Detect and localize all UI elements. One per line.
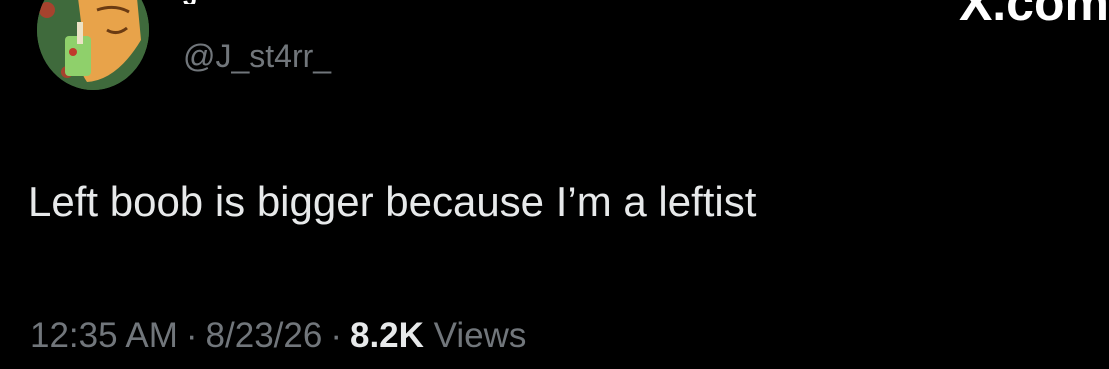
display-name[interactable]: J	[183, 0, 199, 4]
avatar[interactable]	[37, 0, 149, 90]
x-watermark: X.com	[958, 0, 1109, 28]
views-label: Views	[433, 316, 527, 355]
tweet-time[interactable]: 12:35 AM	[30, 316, 178, 355]
meta-separator: ·	[330, 316, 342, 355]
avatar-image	[37, 0, 149, 90]
meta-separator: ·	[185, 316, 198, 355]
tweet-text: Left boob is bigger because I’m a leftis…	[28, 178, 757, 225]
view-count: 8.2K	[349, 316, 424, 355]
tweet-date[interactable]: 8/23/26	[206, 316, 323, 355]
user-handle[interactable]: @J_st4rr_	[183, 36, 331, 76]
tweet-metadata: 12:35 AM · 8/23/26 · 8.2K Views	[30, 316, 526, 356]
